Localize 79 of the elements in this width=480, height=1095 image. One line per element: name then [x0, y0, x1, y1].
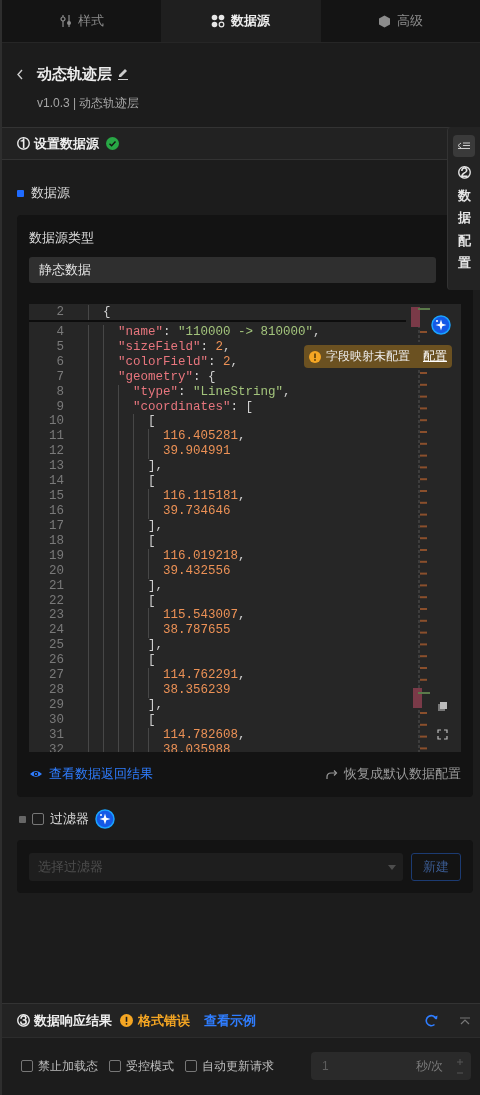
line-number: 22	[48, 593, 64, 609]
tab[interactable]: 高级	[320, 0, 480, 42]
option-label: 自动更新请求	[202, 1057, 274, 1075]
checkbox[interactable]	[32, 813, 44, 825]
line-number: 18	[48, 533, 64, 549]
line-number: 4	[55, 324, 64, 340]
line-number: 20	[48, 563, 64, 579]
line-number: 31	[48, 727, 64, 743]
layer-title: 动态轨迹层	[37, 64, 112, 84]
copy-icon[interactable]	[437, 701, 448, 712]
line-number: 11	[48, 429, 64, 445]
line-number: 15	[48, 489, 64, 504]
fullscreen-icon[interactable]	[437, 729, 448, 740]
side-tab-label: ②数据配置	[457, 164, 471, 272]
filter-label: 过滤器	[50, 810, 89, 828]
line-number: 16	[48, 504, 64, 519]
list-indent-icon	[457, 142, 471, 150]
version-text: v1.0.3 | 动态轨迹层	[37, 96, 141, 110]
status-text: 格式错误	[137, 1011, 190, 1030]
checkbox[interactable]	[185, 1060, 197, 1072]
line-number: 13	[48, 459, 64, 475]
tab[interactable]: 样式	[2, 0, 162, 42]
option-label: 禁止加载态	[38, 1057, 98, 1075]
line-number: 6	[55, 354, 64, 370]
line-number: 12	[48, 444, 64, 460]
warning-text: 字段映射未配置	[326, 348, 410, 365]
reset-link[interactable]: 恢复成默认数据配置	[325, 765, 461, 783]
line-number: 29	[48, 697, 64, 713]
field-label: 数据源类型	[29, 230, 95, 247]
configure-link[interactable]: 配置	[423, 348, 447, 365]
line-number: 17	[48, 518, 64, 534]
line-number: 32	[48, 742, 64, 752]
unit-label: 秒/次	[415, 1057, 443, 1075]
collapse-button[interactable]	[453, 135, 475, 157]
line-number: 8	[55, 384, 64, 400]
line-number: 21	[48, 578, 64, 594]
section-label: 数据源	[31, 184, 70, 202]
line-number: 19	[48, 548, 64, 564]
redo-icon	[325, 768, 338, 780]
line-number: 24	[48, 623, 64, 639]
line-number: 7	[55, 369, 64, 385]
collapse-icon[interactable]	[459, 1016, 471, 1025]
line-number: 30	[48, 712, 64, 728]
sliders-icon	[59, 14, 72, 28]
dots-icon	[211, 14, 226, 28]
ai-assistant-icon[interactable]	[431, 315, 451, 335]
refresh-icon[interactable]	[425, 1014, 439, 1027]
line-number: 10	[48, 414, 64, 430]
example-link[interactable]: 查看示例	[203, 1011, 256, 1030]
option-label: 受控模式	[126, 1057, 174, 1075]
square-marker	[17, 189, 24, 197]
line-number: 27	[48, 668, 64, 684]
step-title: ③ 数据响应结果	[17, 1011, 112, 1030]
pencil-icon[interactable]	[117, 68, 129, 80]
tab[interactable]: 数据源	[161, 0, 321, 42]
line-number: 25	[48, 638, 64, 654]
caret-icon	[388, 864, 396, 870]
select-field[interactable]: 静态数据	[29, 257, 436, 283]
warning-icon	[119, 1014, 133, 1027]
view-result-link[interactable]: 查看数据返回结果	[29, 765, 153, 783]
side-tab[interactable]: ②数据配置	[447, 127, 480, 290]
line-number: 9	[55, 399, 64, 415]
minimap-drawing	[410, 304, 430, 344]
line-number: 5	[55, 339, 64, 355]
step-title: ① 设置数据源	[17, 134, 99, 153]
warning-icon	[309, 350, 321, 363]
line-number: 2	[55, 305, 64, 320]
checkbox[interactable]	[109, 1060, 121, 1072]
drag-handle[interactable]	[19, 815, 26, 823]
back-icon[interactable]	[16, 68, 23, 80]
hexagon-icon	[377, 14, 391, 28]
line-number: 26	[48, 653, 64, 669]
code-editor[interactable]	[29, 304, 461, 752]
ai-assistant-icon[interactable]	[95, 809, 115, 829]
checkbox[interactable]	[21, 1060, 33, 1072]
line-number: 23	[48, 608, 64, 624]
line-number: 28	[48, 683, 64, 698]
line-number: 14	[48, 474, 64, 490]
eye-icon	[29, 769, 43, 779]
